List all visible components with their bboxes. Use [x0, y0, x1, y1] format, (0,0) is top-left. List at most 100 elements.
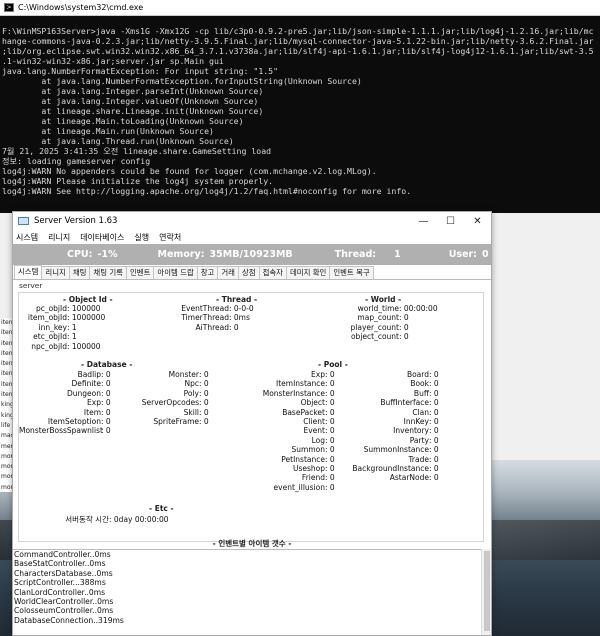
background-list-item: mac — [1, 432, 12, 440]
tab-item[interactable]: 접속자 — [258, 266, 287, 279]
cmd-titlebar[interactable]: > C:\Windows\system32\cmd.exe — [0, 0, 600, 16]
background-list-item: life — [1, 421, 11, 429]
pool-stat-value: : 0 — [429, 464, 439, 474]
pool-stat-value: : 0 — [325, 388, 335, 398]
pool-stat-value: : 0 — [429, 445, 439, 455]
menu-bar: 시스템 리니지 데이타베이스 실행 연락처 — [13, 230, 491, 244]
database-col2-values: : 0: 0: 0: 0: 0: 0 — [199, 370, 209, 426]
list-item[interactable]: DatabaseConnection..319ms — [13, 616, 481, 625]
list-item[interactable]: CharactersDatabase..0ms — [13, 569, 481, 578]
database-stat-label: Badlip — [77, 370, 101, 379]
close-button[interactable]: ✕ — [464, 212, 491, 230]
pool-stat-value: : 0 — [429, 398, 439, 408]
tab-item[interactable]: 데미지 확인 — [285, 266, 331, 279]
menu-item[interactable]: 실행 — [134, 232, 149, 243]
cmd-output[interactable]: F:\WinMSP163Server>java -Xms1G -Xmx12G -… — [2, 26, 600, 196]
server-window[interactable]: Server Version 1.63 — ☐ ✕ 시스템 리니지 데이타베이스 실행… — [12, 211, 492, 636]
pool-stat-label: MonsterInstance — [262, 388, 325, 398]
cmd-window[interactable]: > C:\Windows\system32\cmd.exe F:\WinMSP1… — [0, 0, 600, 213]
list-item[interactable]: ColosseumController..0ms — [13, 606, 481, 615]
background-list-item: mer — [1, 442, 12, 450]
cpu-value: -1% — [97, 249, 118, 260]
pool-stat-value: : 0 — [429, 435, 439, 445]
tab-item[interactable]: 리니지 — [41, 266, 70, 279]
pool-stat-label: ItemInstance — [276, 379, 325, 389]
thread-stat-label: EventThread — [181, 304, 229, 313]
world-stat-label: player_count — [350, 322, 400, 332]
memory-value: 35MB/10923MB — [209, 249, 293, 260]
pool-stat-value: : 0 — [325, 407, 335, 417]
menu-item[interactable]: 데이타베이스 — [80, 232, 124, 243]
object-id-value: : 1 — [67, 332, 77, 342]
pool-stat-label: Object — [300, 398, 325, 408]
controller-log-list[interactable]: CommandController..0ms BaseStatController… — [13, 549, 481, 635]
scrollbar-thumb[interactable] — [484, 551, 490, 631]
tab-item[interactable]: 시스템 — [14, 265, 43, 279]
cmd-line: log4j:WARN See http://logging.apache.org… — [2, 186, 412, 196]
list-item[interactable]: WorldClearController..0ms — [13, 597, 481, 606]
world-stat-value: : 00:00:00 — [399, 304, 438, 313]
pool-stat-label: Event — [303, 426, 326, 436]
tab-item[interactable]: 거래 — [217, 266, 239, 279]
background-list-item: king — [1, 401, 12, 409]
cmd-line: log4j:WARN No appenders could be found f… — [2, 166, 377, 176]
tab-item[interactable]: 인벤트 복구 — [329, 266, 374, 279]
list-item[interactable]: ScriptController...388ms — [13, 578, 481, 587]
thread-stat-label: AiThread — [195, 322, 229, 332]
pool-stat-label: Buff — [413, 388, 429, 398]
list-item[interactable]: ClanLordController..0ms — [13, 588, 481, 597]
tab-item[interactable]: 채팅 — [68, 266, 91, 279]
database-stat-value: : 0 — [101, 407, 111, 417]
list-item[interactable]: CommandController..0ms — [13, 550, 481, 559]
tab-item[interactable]: 창고 — [196, 266, 219, 279]
thread-stat-value: : 0ms — [229, 313, 250, 323]
pool-stat-label: Inventory — [393, 426, 429, 436]
database-stat-value: : 0 — [101, 417, 111, 427]
database-stat-value: : 0 — [101, 370, 111, 379]
pool-stat-value: : 0 — [429, 370, 439, 379]
database-stat-value: : 0 — [199, 417, 209, 427]
server-title: Server Version 1.63 — [34, 216, 118, 226]
menu-item[interactable]: 연락처 — [159, 232, 181, 243]
minimize-button[interactable]: — — [410, 212, 437, 230]
status-bar: CPU: -1% Memory: 35MB/10923MB Thread: 1 … — [13, 244, 491, 265]
world-stat-label: object_count — [350, 332, 399, 342]
tab-item[interactable]: 인벤트 — [125, 266, 155, 279]
pool-stat-label: Summon — [291, 445, 325, 455]
world-values: : 00:00:00: 0: 0: 0 — [399, 304, 438, 342]
background-list-item: mor — [1, 473, 12, 481]
world-stat-value: : 0 — [399, 322, 409, 332]
pool-stat-label: AstarNode — [389, 473, 429, 483]
background-list-item: mor — [1, 483, 12, 491]
menu-item[interactable]: 리니지 — [48, 232, 70, 243]
object-id-values: : 100000: 1000000: 1: 1: 100000 — [67, 304, 105, 351]
maximize-button[interactable]: ☐ — [437, 212, 464, 230]
pool-stat-value: : 0 — [325, 454, 335, 464]
pool-stat-label: Useshop — [292, 464, 325, 474]
database-stat-label: Npc — [184, 379, 200, 389]
menu-item[interactable]: 시스템 — [16, 232, 38, 243]
pool-col1-labels: Exp ItemInstance MonsterInstance Object Base… — [249, 370, 325, 492]
object-id-label: etc_objId — [33, 332, 67, 342]
object-id-value: : 100000 — [67, 304, 101, 313]
background-list-item: iten — [1, 329, 12, 337]
thread-heading: - Thread - — [216, 295, 258, 304]
background-list-item: iten — [1, 370, 12, 378]
pool-col2-values: : 0: 0: 0: 0: 0: 0: 0: 0: 0: 0: 0: 0 — [429, 370, 439, 483]
list-item[interactable]: BaseStatController..0ms — [13, 559, 481, 568]
background-list-item: iten — [1, 349, 12, 357]
database-col1-labels: Badlip Definite Dungeon Exp Item ItemSetoptio… — [19, 370, 103, 436]
tab-item[interactable]: 아이템 드랍 — [153, 266, 198, 279]
pool-stat-label: Client — [303, 417, 325, 427]
log-list-scrollbar[interactable] — [481, 549, 491, 635]
tab-item[interactable]: 상점 — [237, 266, 260, 279]
thread-values: : 0-0-0: 0ms: 0 — [229, 304, 254, 332]
object-id-heading: - Object Id - — [63, 295, 113, 304]
server-titlebar[interactable]: Server Version 1.63 — ☐ ✕ — [13, 212, 491, 230]
pool-stat-label: event_illusion — [273, 482, 325, 492]
tab-item[interactable]: 채팅 기록 — [89, 266, 127, 279]
pool-stat-value: : 0 — [325, 482, 335, 492]
system-panel: server - Object Id - pc_objId item_objId i… — [13, 280, 491, 545]
cmd-line: F:\WinMSP163Server>java -Xms1G -Xmx12G -… — [2, 26, 594, 36]
database-stat-value: : 0 — [101, 388, 111, 398]
